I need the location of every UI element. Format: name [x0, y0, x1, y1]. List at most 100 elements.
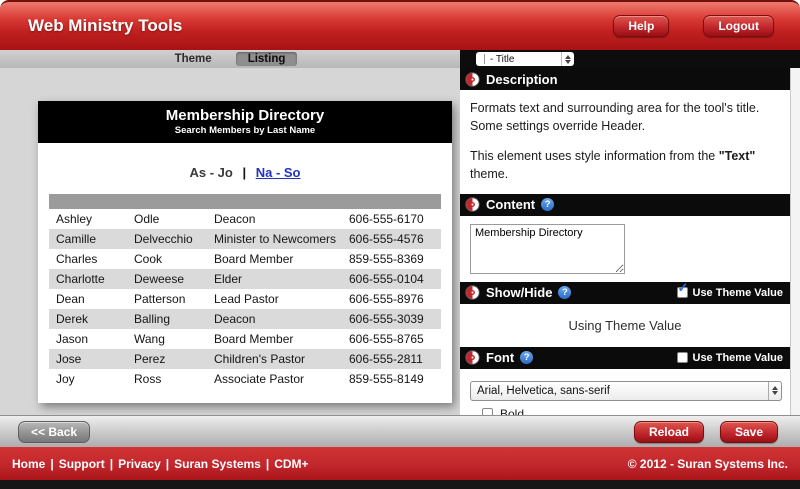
content-section-header: Content ?	[460, 194, 790, 216]
scrollbar-track[interactable]	[790, 68, 800, 415]
member-phone: 606-555-3039	[349, 312, 441, 326]
member-role: Deacon	[214, 312, 349, 326]
member-last-name: Balling	[134, 312, 214, 326]
table-row: Jason Wang Board Member 606-555-8765	[49, 329, 441, 349]
help-question-icon[interactable]: ?	[558, 286, 571, 299]
bold-option[interactable]: Bold	[482, 407, 790, 416]
member-first-name: Ashley	[49, 212, 134, 226]
bottom-right-actions: Reload Save	[634, 421, 778, 443]
footer-separator: |	[166, 457, 169, 471]
element-select-value: - Title	[490, 54, 514, 65]
description-title: Description	[486, 72, 558, 87]
show-hide-use-theme-toggle[interactable]: ✓ Use Theme Value	[677, 287, 784, 299]
bold-checkbox[interactable]	[482, 408, 493, 415]
back-button[interactable]: << Back	[18, 421, 90, 443]
app-title: Web Ministry Tools	[28, 16, 182, 36]
check-icon: ✓	[678, 281, 689, 294]
bottom-black-strip	[0, 480, 800, 489]
font-section-header: Font ? Use Theme Value	[460, 347, 790, 369]
show-hide-section-header: Show/Hide ? ✓ Use Theme Value	[460, 282, 790, 304]
member-last-name: Ross	[134, 372, 214, 386]
page-range-link[interactable]: Na - So	[256, 165, 301, 180]
logout-button[interactable]: Logout	[703, 15, 774, 37]
member-first-name: Jose	[49, 352, 134, 366]
member-role: Lead Pastor	[214, 292, 349, 306]
element-selector-bar: - Title	[460, 50, 800, 68]
footer: Home | Support | Privacy | Suran Systems…	[0, 447, 800, 480]
page-range-current[interactable]: As - Jo	[189, 165, 232, 180]
main-area: Membership Directory Search Members by L…	[0, 68, 800, 415]
font-family-select[interactable]: Arial, Helvetica, sans-serif	[470, 381, 782, 401]
directory-subtitle: Search Members by Last Name	[38, 125, 452, 136]
member-role: Deacon	[214, 212, 349, 226]
alpha-pagination: As - Jo | Na - So	[38, 165, 452, 180]
description-p2-bold: "Text"	[719, 149, 756, 163]
use-theme-label: Use Theme Value	[693, 287, 784, 299]
footer-link-privacy[interactable]: Privacy	[118, 457, 161, 471]
tab-theme[interactable]: Theme	[163, 52, 224, 66]
element-select[interactable]: - Title	[476, 52, 574, 66]
table-body: Ashley Odle Deacon 606-555-6170 Camille …	[49, 209, 441, 389]
tab-listing[interactable]: Listing	[236, 52, 298, 66]
member-phone: 859-555-8149	[349, 372, 441, 386]
show-hide-title: Show/Hide	[486, 285, 552, 300]
content-textarea[interactable]: Membership Directory	[470, 224, 625, 274]
member-phone: 606-555-2811	[349, 352, 441, 366]
member-role: Elder	[214, 272, 349, 286]
settings-content: Description Formats text and surrounding…	[460, 68, 790, 415]
footer-links: Home | Support | Privacy | Suran Systems…	[12, 457, 309, 471]
table-header-bar	[49, 194, 441, 209]
member-last-name: Wang	[134, 332, 214, 346]
member-first-name: Charles	[49, 252, 134, 266]
footer-link-suran-systems[interactable]: Suran Systems	[174, 457, 261, 471]
arrow-up-icon	[772, 386, 778, 390]
settings-panel: Description Formats text and surrounding…	[460, 68, 800, 415]
tab-strip: Theme Listing	[0, 50, 460, 68]
bold-label: Bold	[500, 407, 524, 416]
member-first-name: Jason	[49, 332, 134, 346]
member-phone: 859-555-8369	[349, 252, 441, 266]
footer-link-home[interactable]: Home	[12, 457, 45, 471]
use-theme-checkbox-unchecked[interactable]	[677, 352, 688, 363]
help-question-icon[interactable]: ?	[520, 351, 533, 364]
font-family-value: Arial, Helvetica, sans-serif	[477, 385, 610, 397]
app-window: Web Ministry Tools Help Logout Theme Lis…	[0, 0, 800, 489]
footer-separator: |	[266, 457, 269, 471]
member-last-name: Patterson	[134, 292, 214, 306]
use-theme-checkbox-checked[interactable]: ✓	[677, 287, 688, 298]
preview-panel: Membership Directory Search Members by L…	[0, 68, 460, 415]
member-phone: 606-555-6170	[349, 212, 441, 226]
help-button[interactable]: Help	[613, 15, 669, 37]
suran-target-icon	[465, 197, 480, 212]
suran-target-icon	[465, 350, 480, 365]
member-role: Associate Pastor	[214, 372, 349, 386]
member-role: Board Member	[214, 332, 349, 346]
arrow-up-icon	[565, 55, 571, 59]
top-bar-actions: Help Logout	[613, 15, 774, 37]
member-first-name: Dean	[49, 292, 134, 306]
select-stepper-icon	[768, 382, 781, 400]
member-phone: 606-555-8765	[349, 332, 441, 346]
use-theme-label: Use Theme Value	[693, 352, 784, 364]
footer-link-support[interactable]: Support	[59, 457, 105, 471]
table-row: Derek Balling Deacon 606-555-3039	[49, 309, 441, 329]
member-role: Minister to Newcomers	[214, 232, 349, 246]
directory-title: Membership Directory	[38, 107, 452, 124]
font-use-theme-toggle[interactable]: Use Theme Value	[677, 352, 784, 364]
table-row: Jose Perez Children's Pastor 606-555-281…	[49, 349, 441, 369]
directory-header: Membership Directory Search Members by L…	[38, 101, 452, 143]
show-hide-status-text: Using Theme Value	[460, 318, 790, 333]
help-question-icon[interactable]: ?	[541, 198, 554, 211]
member-first-name: Joy	[49, 372, 134, 386]
member-phone: 606-555-8976	[349, 292, 441, 306]
member-last-name: Cook	[134, 252, 214, 266]
top-bar: Web Ministry Tools Help Logout	[0, 0, 800, 50]
member-role: Board Member	[214, 252, 349, 266]
table-row: Charles Cook Board Member 859-555-8369	[49, 249, 441, 269]
reload-button[interactable]: Reload	[634, 421, 704, 443]
footer-link-cdm[interactable]: CDM+	[274, 457, 308, 471]
save-button[interactable]: Save	[720, 421, 778, 443]
description-paragraph-1: Formats text and surrounding area for th…	[470, 99, 778, 135]
suran-target-icon	[465, 285, 480, 300]
description-p2-post: theme.	[470, 167, 508, 181]
